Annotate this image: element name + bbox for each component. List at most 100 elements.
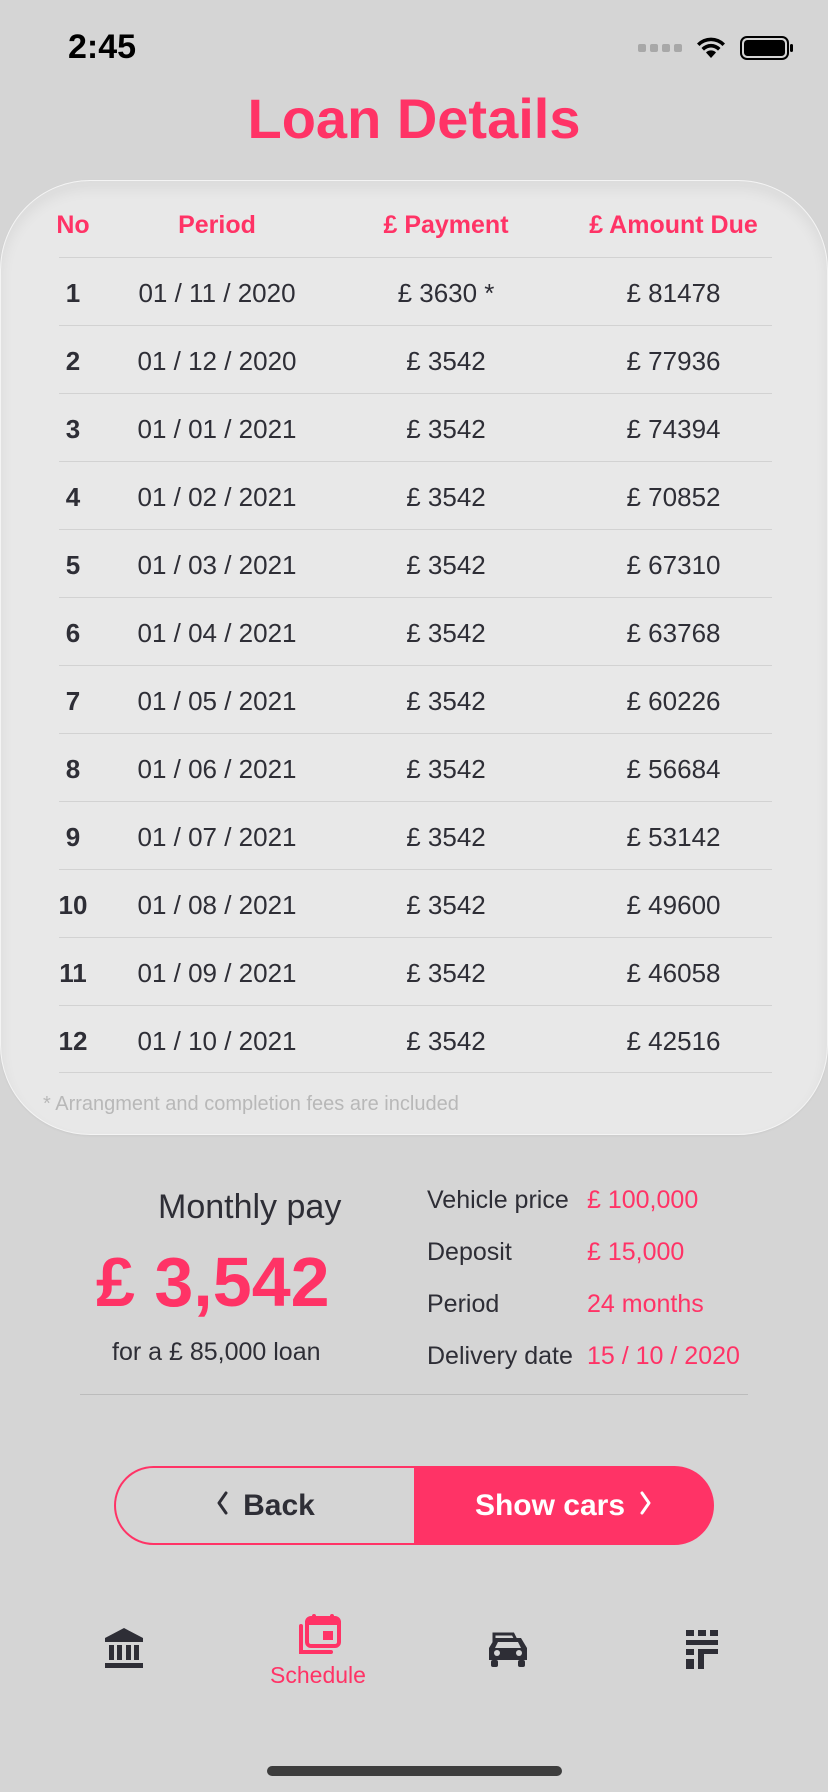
row-period: 01 / 04 / 2021	[137, 618, 297, 648]
tab-schedule-label: Schedule	[270, 1662, 366, 1688]
row-amount-due: £ 46058	[626, 958, 721, 988]
row-no: 10	[58, 890, 88, 920]
tab-bank[interactable]	[100, 1626, 148, 1716]
row-period: 01 / 02 / 2021	[137, 482, 297, 512]
row-payment: £ 3542	[406, 618, 486, 648]
table-row: 7 01 / 05 / 2021 £ 3542 £ 60226	[59, 665, 772, 733]
status-icons	[638, 36, 794, 60]
table-row: 11 01 / 09 / 2021 £ 3542 £ 46058	[59, 937, 772, 1005]
row-amount-due: £ 42516	[626, 1026, 721, 1056]
row-period: 01 / 08 / 2021	[137, 890, 297, 920]
loan-details-list: Vehicle price £ 100,000 Deposit £ 15,000…	[427, 1186, 797, 1394]
detail-value: £ 15,000	[587, 1238, 685, 1266]
row-amount-due: £ 81478	[626, 278, 721, 308]
monthly-pay-value: £ 3,542	[96, 1243, 330, 1321]
table-row: 10 01 / 08 / 2021 £ 3542 £ 49600	[59, 869, 772, 937]
row-period: 01 / 01 / 2021	[137, 414, 297, 444]
row-no: 3	[65, 414, 81, 444]
row-payment: £ 3542	[406, 414, 486, 444]
row-payment: £ 3542	[406, 686, 486, 716]
row-amount-due: £ 60226	[626, 686, 721, 716]
detail-value: £ 100,000	[587, 1186, 699, 1214]
tab-schedule[interactable]: Schedule	[258, 1612, 378, 1702]
table-row: 5 01 / 03 / 2021 £ 3542 £ 67310	[59, 529, 772, 597]
table-header: No Period £ Payment £ Amount Due	[1, 211, 828, 259]
monthly-pay-label: Monthly pay	[158, 1188, 342, 1226]
table-row: 2 01 / 12 / 2020 £ 3542 £ 77936	[59, 325, 772, 393]
chevron-right-icon	[639, 1490, 653, 1522]
table-row: 1 01 / 11 / 2020 £ 3630 * £ 81478	[59, 257, 772, 325]
row-no: 2	[65, 346, 81, 376]
row-amount-due: £ 56684	[626, 754, 721, 784]
row-payment: £ 3630 *	[397, 278, 495, 308]
header-amount-due: £ Amount Due	[589, 211, 758, 239]
table-row: 12 01 / 10 / 2021 £ 3542 £ 42516	[59, 1005, 772, 1073]
schedule-icon	[258, 1612, 378, 1658]
header-period: Period	[178, 211, 256, 239]
row-payment: £ 3542	[406, 890, 486, 920]
row-period: 01 / 11 / 2020	[138, 278, 296, 308]
table-row: 8 01 / 06 / 2021 £ 3542 £ 56684	[59, 733, 772, 801]
row-period: 01 / 03 / 2021	[137, 550, 297, 580]
detail-value: 24 months	[587, 1290, 704, 1318]
row-amount-due: £ 77936	[626, 346, 721, 376]
detail-label: Vehicle price	[427, 1186, 569, 1214]
bank-icon	[100, 1626, 148, 1670]
row-amount-due: £ 63768	[626, 618, 721, 648]
detail-label: Period	[427, 1290, 500, 1318]
header-no: No	[56, 211, 90, 239]
navigation-buttons: Back Show cars	[114, 1466, 714, 1545]
row-no: 5	[65, 550, 81, 580]
home-indicator	[267, 1766, 562, 1776]
summary-divider	[80, 1394, 748, 1395]
row-amount-due: £ 74394	[626, 414, 721, 444]
row-amount-due: £ 70852	[626, 482, 721, 512]
battery-icon	[740, 36, 794, 60]
detail-vehicle-price: Vehicle price £ 100,000	[427, 1186, 797, 1238]
schedule-table-body: 1 01 / 11 / 2020 £ 3630 * £ 81478 2 01 /…	[59, 257, 772, 1073]
row-period: 01 / 12 / 2020	[137, 346, 297, 376]
wifi-icon	[696, 37, 726, 59]
row-period: 01 / 07 / 2021	[137, 822, 297, 852]
detail-label: Deposit	[427, 1238, 512, 1266]
detail-period: Period 24 months	[427, 1290, 797, 1342]
row-no: 8	[65, 754, 81, 784]
row-no: 9	[65, 822, 81, 852]
row-period: 01 / 10 / 2021	[137, 1026, 297, 1056]
loan-schedule-card: No Period £ Payment £ Amount Due 1 01 / …	[0, 180, 828, 1135]
show-cars-button[interactable]: Show cars	[414, 1466, 714, 1545]
row-amount-due: £ 49600	[626, 890, 721, 920]
row-no: 6	[65, 618, 81, 648]
tab-cars[interactable]	[484, 1630, 532, 1720]
back-button[interactable]: Back	[114, 1466, 414, 1545]
row-period: 01 / 05 / 2021	[137, 686, 297, 716]
row-no: 7	[65, 686, 81, 716]
table-row: 9 01 / 07 / 2021 £ 3542 £ 53142	[59, 801, 772, 869]
show-cars-button-label: Show cars	[474, 1488, 626, 1522]
row-payment: £ 3542	[406, 482, 486, 512]
detail-delivery-date: Delivery date 15 / 10 / 2020	[427, 1342, 797, 1394]
row-payment: £ 3542	[406, 754, 486, 784]
row-amount-due: £ 53142	[626, 822, 721, 852]
row-payment: £ 3542	[406, 550, 486, 580]
row-payment: £ 3542	[406, 958, 486, 988]
table-row: 4 01 / 02 / 2021 £ 3542 £ 70852	[59, 461, 772, 529]
chevron-left-icon	[215, 1490, 229, 1522]
tab-grid[interactable]	[682, 1628, 722, 1718]
row-payment: £ 3542	[406, 822, 486, 852]
row-period: 01 / 09 / 2021	[137, 958, 297, 988]
row-payment: £ 3542	[406, 346, 486, 376]
status-bar: 2:45	[0, 0, 828, 100]
row-no: 1	[65, 278, 81, 308]
table-row: 6 01 / 04 / 2021 £ 3542 £ 63768	[59, 597, 772, 665]
car-icon	[484, 1630, 532, 1670]
cellular-signal-icon	[638, 44, 682, 52]
row-no: 4	[65, 482, 81, 512]
loan-amount-note: for a £ 85,000 loan	[112, 1338, 321, 1366]
status-time: 2:45	[68, 28, 137, 66]
back-button-label: Back	[243, 1488, 315, 1522]
detail-label: Delivery date	[427, 1342, 573, 1370]
page-title: Loan Details	[247, 87, 581, 150]
row-no: 11	[59, 958, 87, 988]
grid-icon	[682, 1628, 722, 1670]
